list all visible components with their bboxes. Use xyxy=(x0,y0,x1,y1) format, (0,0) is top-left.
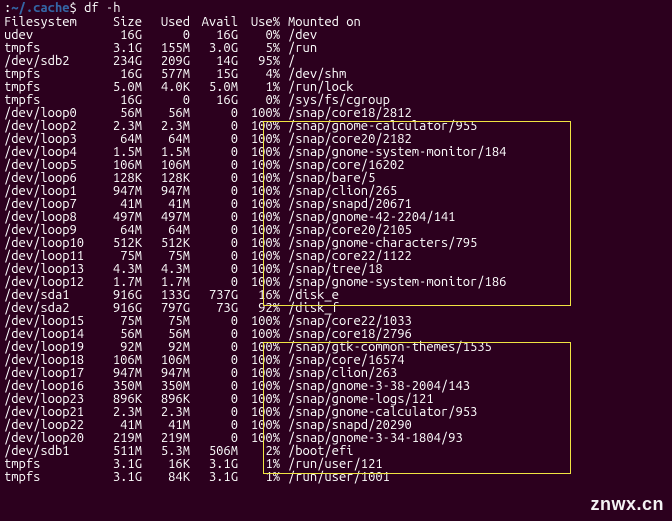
terminal-output[interactable]: :~/.cache$ df -h Filesystem Size Used Av… xyxy=(0,0,672,486)
table-row: /dev/loop20219M219M0100%/snap/gnome-3-34… xyxy=(4,432,506,445)
cell-use: 1% xyxy=(238,471,280,484)
table-row: tmpfs5.0M4.0K5.0M1%/run/lock xyxy=(4,81,506,94)
table-header-row: Filesystem Size Used Avail Use% Mounted … xyxy=(4,16,506,29)
table-row: tmpfs3.1G16K3.1G1%/run/user/121 xyxy=(4,458,506,471)
watermark: znwx.cn xyxy=(590,494,664,515)
table-row: /dev/sdb2234G209G14G95%/ xyxy=(4,55,506,68)
cell-mnt: /dev xyxy=(286,29,506,42)
prompt-line: :~/.cache$ df -h xyxy=(4,2,668,15)
table-row: tmpfs16G577M15G4%/dev/shm xyxy=(4,68,506,81)
prompt-path: ~/.cache xyxy=(11,1,69,15)
table-row: tmpfs3.1G155M3.0G5%/run xyxy=(4,42,506,55)
cell-size: 3.1G xyxy=(94,471,142,484)
df-table: Filesystem Size Used Avail Use% Mounted … xyxy=(4,16,506,484)
cell-used: 84K xyxy=(142,471,190,484)
cell-mnt: /run/user/1001 xyxy=(286,471,506,484)
cell-avail: 3.1G xyxy=(190,471,238,484)
col-mounted: Mounted on xyxy=(286,16,506,29)
table-row: tmpfs3.1G84K3.1G1%/run/user/1001 xyxy=(4,471,506,484)
table-row: /dev/sdb1511M5.3M506M2%/boot/efi xyxy=(4,445,506,458)
table-row: /dev/loop121.7M1.7M0100%/snap/gnome-syst… xyxy=(4,276,506,289)
prompt-symbol: $ xyxy=(70,1,77,15)
table-row: /dev/sda1916G133G737G16%/disk_e xyxy=(4,289,506,302)
cell-fs: tmpfs xyxy=(4,471,94,484)
table-row: udev16G016G0%/dev xyxy=(4,29,506,42)
cell-mnt: /run xyxy=(286,42,506,55)
command-text: df -h xyxy=(84,1,120,15)
